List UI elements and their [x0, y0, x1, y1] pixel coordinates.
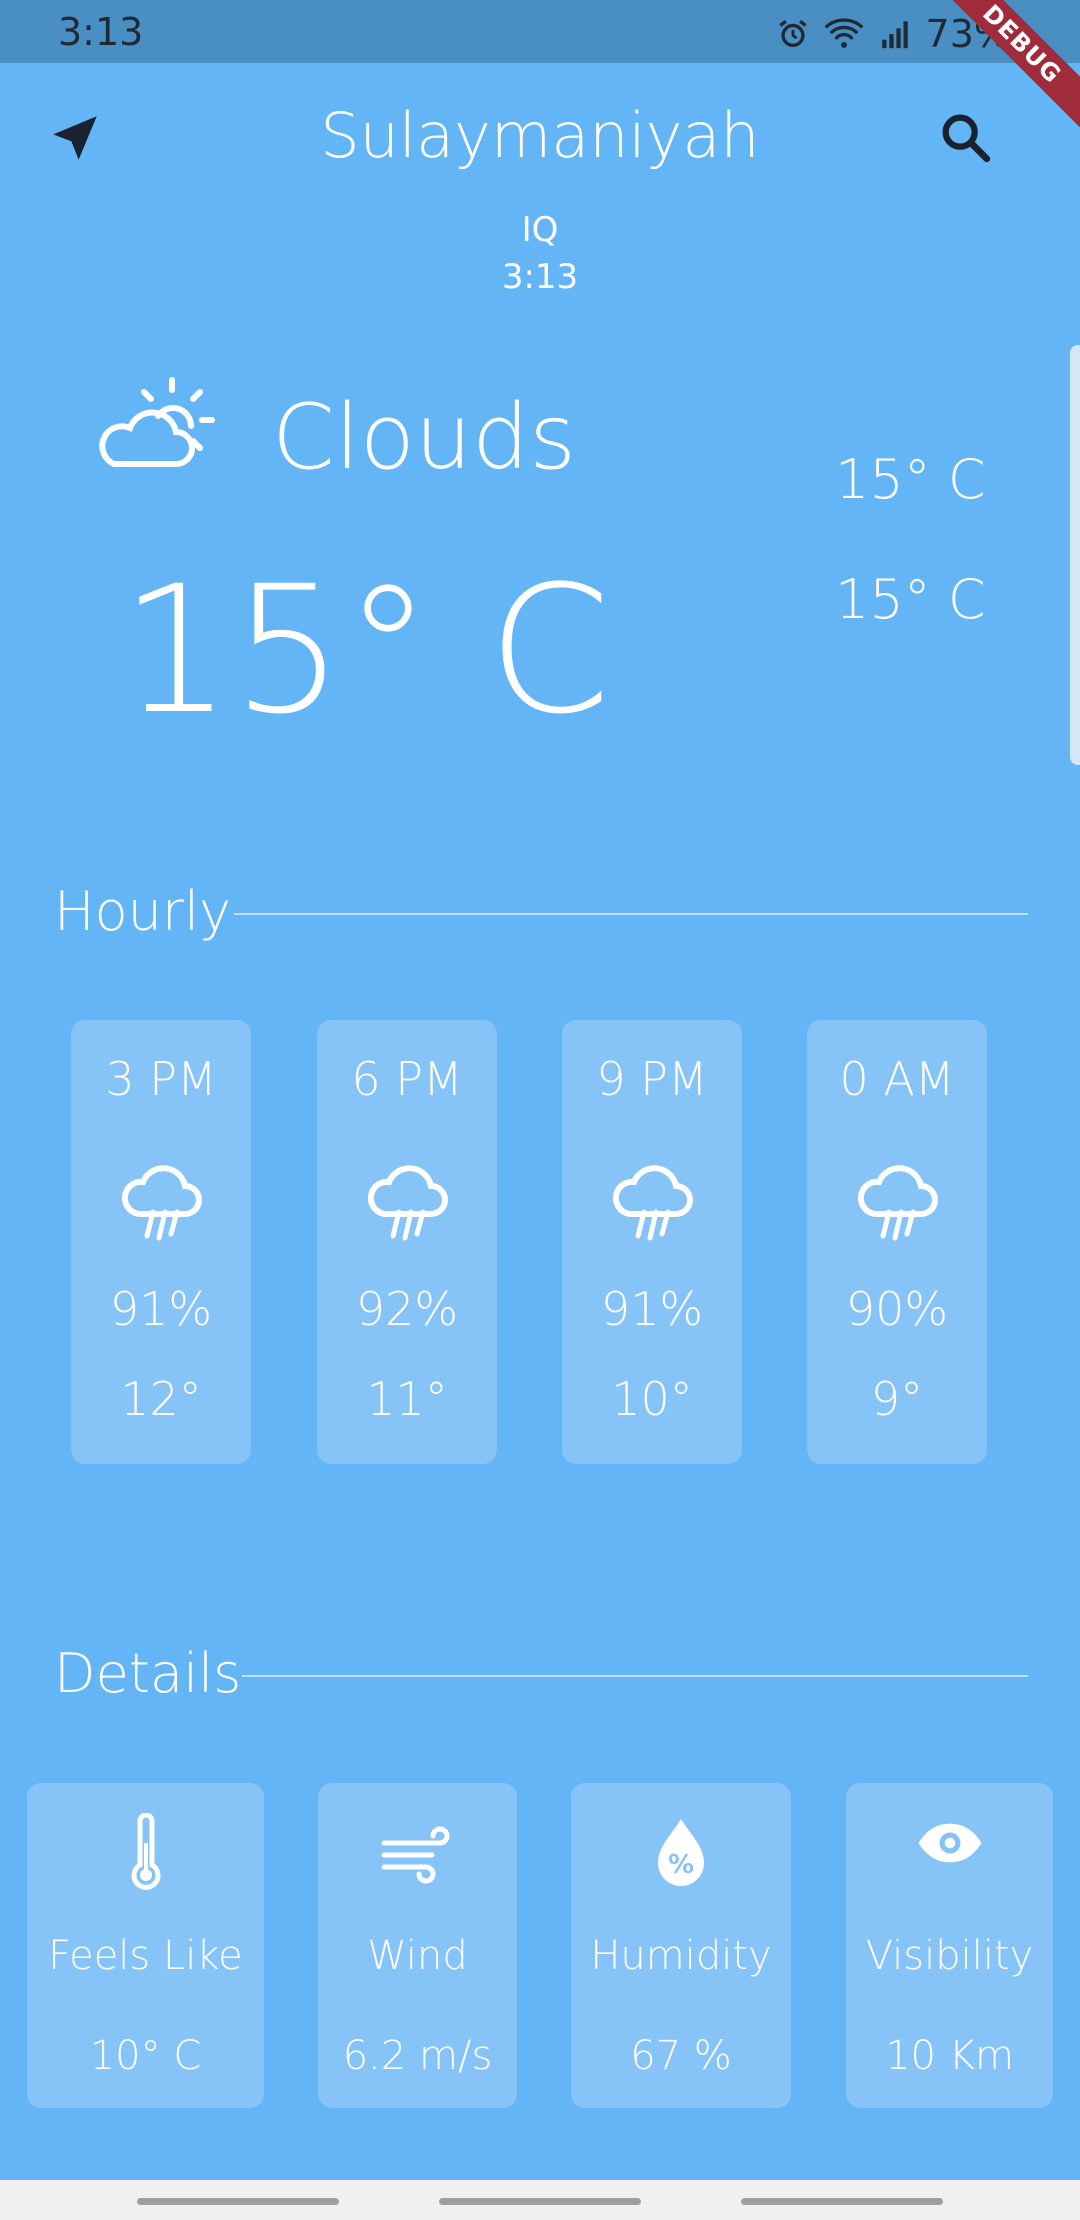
- condition-text: Clouds: [272, 385, 576, 490]
- status-bar: 3:13 73%: [0, 0, 1080, 63]
- hourly-divider: [234, 913, 1028, 915]
- humidity-drop-icon: %: [658, 1819, 704, 1886]
- back-button[interactable]: [741, 2198, 943, 2205]
- current-temperature: 15° C: [120, 548, 611, 753]
- detail-card-visibility: Visibility 10 Km: [846, 1783, 1053, 2108]
- detail-value: 10° C: [89, 2033, 202, 2079]
- hour-precip: 90%: [845, 1282, 949, 1336]
- details-title: Details: [54, 1642, 242, 1705]
- status-time: 3:13: [58, 10, 144, 54]
- system-nav-bar: [0, 2180, 1080, 2220]
- hourly-card: 9 PM 91% 10°: [562, 1020, 742, 1464]
- wifi-icon: [824, 18, 864, 48]
- rain-cloud-icon: [857, 1165, 938, 1241]
- rain-cloud-icon: [367, 1165, 448, 1241]
- hour-precip: 91%: [600, 1282, 704, 1336]
- rain-cloud-icon: [121, 1165, 202, 1241]
- hourly-card: 6 PM 92% 11°: [317, 1020, 497, 1464]
- svg-text:%: %: [668, 1850, 694, 1880]
- hourly-title: Hourly: [54, 880, 232, 943]
- signal-icon: [881, 21, 908, 49]
- hour-precip: 91%: [109, 1282, 213, 1336]
- hour-precip: 92%: [355, 1282, 459, 1336]
- app-bar: Sulaymaniyah: [0, 63, 1080, 213]
- eye-icon: [918, 1823, 981, 1863]
- rain-cloud-icon: [612, 1165, 693, 1241]
- min-temperature: 15° C: [835, 568, 986, 631]
- detail-value: 6.2 m/s: [342, 2033, 493, 2079]
- hour-time: 3 PM: [105, 1052, 217, 1106]
- hour-temp: 9°: [870, 1372, 924, 1426]
- country-code: IQ: [521, 210, 559, 250]
- wind-icon: [381, 1826, 449, 1884]
- hour-temp: 10°: [611, 1372, 693, 1426]
- home-button[interactable]: [439, 2198, 641, 2205]
- alarm-icon: [778, 19, 807, 48]
- detail-card-humidity: % Humidity 67 %: [571, 1783, 791, 2108]
- hourly-card: 0 AM 90% 9°: [807, 1020, 987, 1464]
- cloudy-sun-icon: [99, 377, 215, 467]
- detail-value: 67 %: [630, 2033, 732, 2079]
- hour-time: 0 AM: [839, 1052, 955, 1106]
- local-time: 3:13: [501, 257, 579, 297]
- hourly-card: 3 PM 91% 12°: [71, 1020, 251, 1464]
- detail-value: 10 Km: [885, 2033, 1014, 2079]
- max-temperature: 15° C: [835, 448, 986, 511]
- recents-button[interactable]: [137, 2198, 339, 2205]
- details-divider: [242, 1675, 1028, 1677]
- thermometer-icon: [131, 1813, 160, 1890]
- city-name: Sulaymaniyah: [320, 99, 760, 172]
- hour-time: 9 PM: [596, 1052, 708, 1106]
- hour-time: 6 PM: [351, 1052, 463, 1106]
- detail-label: Feels Like: [48, 1933, 243, 1979]
- detail-label: Visibility: [865, 1933, 1034, 1979]
- detail-card-wind: Wind 6.2 m/s: [318, 1783, 517, 2108]
- drawer-handle[interactable]: [1070, 345, 1080, 765]
- detail-label: Wind: [367, 1933, 468, 1979]
- search-icon[interactable]: [936, 108, 994, 166]
- detail-label: Humidity: [590, 1933, 772, 1979]
- hour-temp: 11°: [366, 1372, 448, 1426]
- detail-card-feels-like: Feels Like 10° C: [27, 1783, 264, 2108]
- hour-temp: 12°: [120, 1372, 202, 1426]
